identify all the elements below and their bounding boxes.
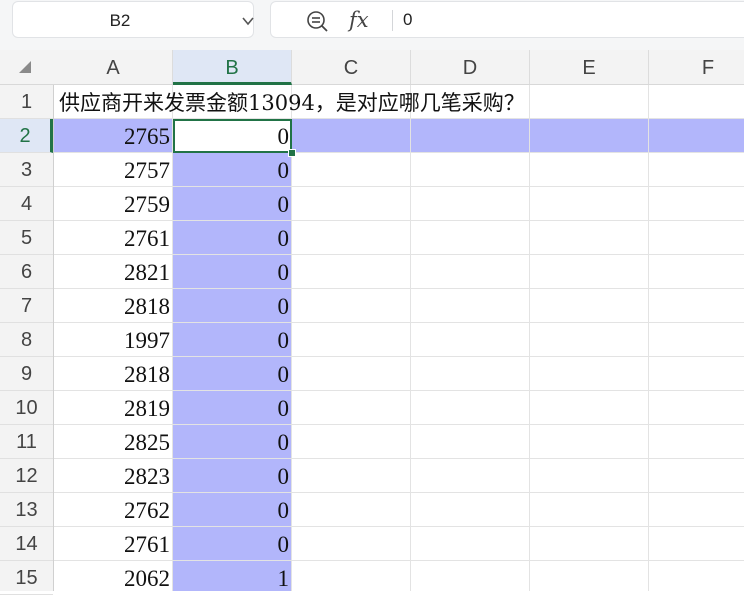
row-header-2[interactable]: 2	[0, 119, 53, 153]
grid-vline	[410, 85, 411, 591]
cell-a2[interactable]: 2765	[54, 119, 173, 153]
cell-a8[interactable]: 1997	[54, 323, 173, 357]
cell-a15[interactable]: 2062	[54, 561, 173, 591]
cell-a3[interactable]: 2757	[54, 153, 173, 187]
formula-box[interactable]: fx 0	[270, 1, 744, 38]
cell-b11[interactable]: 0	[173, 425, 292, 459]
cell-b5[interactable]: 0	[173, 221, 292, 255]
cell-b13[interactable]: 0	[173, 493, 292, 527]
row-header-column: 1 2 3 4 5 6 7 8 9 10 11 12 13 14 15	[0, 85, 54, 595]
cell-b7[interactable]: 0	[173, 289, 292, 323]
cell-b15[interactable]: 1	[173, 561, 292, 591]
cell-b6[interactable]: 0	[173, 255, 292, 289]
formula-input[interactable]: 0	[403, 2, 412, 37]
cell-a14[interactable]: 2761	[54, 527, 173, 561]
chevron-down-icon[interactable]	[241, 14, 255, 28]
cell-a6[interactable]: 2821	[54, 255, 173, 289]
row-header-15[interactable]: 15	[0, 561, 53, 595]
column-header-c[interactable]: C	[292, 50, 411, 84]
cell-a12[interactable]: 2823	[54, 459, 173, 493]
cell-a4[interactable]: 2759	[54, 187, 173, 221]
cell-a9[interactable]: 2818	[54, 357, 173, 391]
name-box-value[interactable]: B2	[13, 2, 227, 37]
column-header-d[interactable]: D	[411, 50, 530, 84]
cell-b12[interactable]: 0	[173, 459, 292, 493]
row-header-10[interactable]: 10	[0, 391, 53, 425]
grid-vline	[529, 85, 530, 591]
row-header-12[interactable]: 12	[0, 459, 53, 493]
cell-a11[interactable]: 2825	[54, 425, 173, 459]
column-header-row: ABCDEF	[0, 50, 744, 85]
cell-a10[interactable]: 2819	[54, 391, 173, 425]
row-header-7[interactable]: 7	[0, 289, 53, 323]
formula-bar-area: B2 fx 0	[0, 0, 744, 50]
column-header-f[interactable]: F	[649, 50, 744, 84]
cell-b9[interactable]: 0	[173, 357, 292, 391]
select-all-icon[interactable]	[19, 61, 31, 73]
name-box[interactable]: B2	[12, 1, 254, 38]
row-header-3[interactable]: 3	[0, 153, 53, 187]
cell-b4[interactable]: 0	[173, 187, 292, 221]
cell-b14[interactable]: 0	[173, 527, 292, 561]
cell-b10[interactable]: 0	[173, 391, 292, 425]
column-header-e[interactable]: E	[530, 50, 649, 84]
grid-vline	[648, 85, 649, 591]
row-header-13[interactable]: 13	[0, 493, 53, 527]
cell-b2[interactable]: 0	[173, 119, 292, 153]
cell-a1-title[interactable]: 供应商开来发票金额13094，是对应哪几笔采购？	[59, 85, 525, 119]
row-header-5[interactable]: 5	[0, 221, 53, 255]
column-header-b[interactable]: B	[173, 50, 292, 85]
row-header-1[interactable]: 1	[0, 85, 53, 119]
row-header-9[interactable]: 9	[0, 357, 53, 391]
row-header-6[interactable]: 6	[0, 255, 53, 289]
cell-grid[interactable]: 供应商开来发票金额13094，是对应哪几笔采购？ 2765 2757 2759 276…	[54, 85, 744, 591]
cell-a13[interactable]: 2762	[54, 493, 173, 527]
row-header-8[interactable]: 8	[0, 323, 53, 357]
zoom-icon[interactable]	[305, 9, 329, 33]
select-all-corner[interactable]	[0, 50, 54, 84]
cell-b8[interactable]: 0	[173, 323, 292, 357]
cell-b3[interactable]: 0	[173, 153, 292, 187]
row-header-11[interactable]: 11	[0, 425, 53, 459]
row-header-4[interactable]: 4	[0, 187, 53, 221]
row-header-14[interactable]: 14	[0, 527, 53, 561]
column-header-a[interactable]: A	[54, 50, 173, 84]
fx-icon[interactable]: fx	[349, 5, 369, 35]
formula-divider	[392, 10, 393, 31]
cell-a7[interactable]: 2818	[54, 289, 173, 323]
cell-a5[interactable]: 2761	[54, 221, 173, 255]
